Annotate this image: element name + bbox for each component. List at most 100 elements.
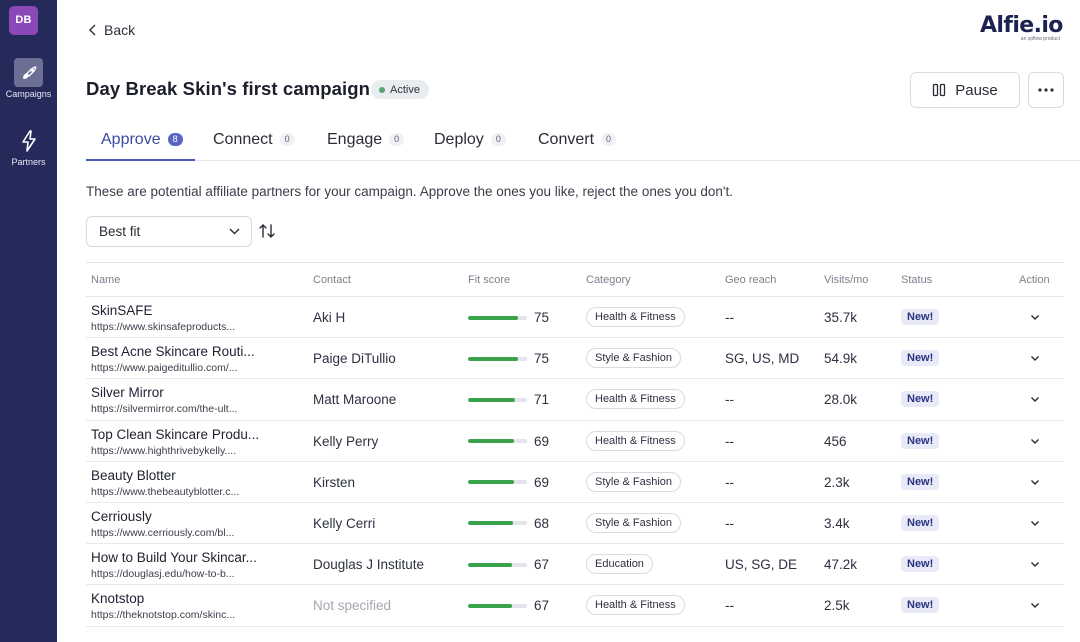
fit-score-bar-fill (468, 439, 514, 444)
column-header-contact: Contact (313, 274, 351, 286)
partner-name-cell: Cerriously https://www.cerriously.com/bl… (91, 509, 261, 540)
partner-name: How to Build Your Skincar... (91, 550, 257, 566)
category-tag: Style & Fashion (586, 512, 682, 533)
fit-score-bar (468, 562, 527, 567)
tab-count: 0 (490, 133, 506, 146)
tab-connect[interactable]: Connect 0 (213, 118, 295, 161)
partner-name-cell: Silver Mirror https://silvermirror.com/t… (91, 385, 261, 416)
partner-name: Top Clean Skincare Produ... (91, 426, 260, 442)
table-row[interactable]: Beauty Blotter https://www.thebeautyblot… (86, 462, 1064, 503)
table-row[interactable]: Top Clean Skincare Produ... https://www.… (86, 421, 1064, 462)
geo-reach: -- (725, 598, 734, 614)
partner-name: Knotstop (91, 591, 145, 607)
sort-select[interactable]: Best fit (86, 216, 252, 247)
tab-count: 0 (601, 133, 617, 146)
visits-per-month: 3.4k (824, 515, 850, 531)
tab-convert[interactable]: Convert 0 (538, 118, 617, 161)
tab-bar: Approve 8 Connect 0 Engage 0 Deploy 0 Co… (86, 118, 1080, 161)
fit-score-bar-fill (468, 480, 514, 485)
chevron-down-icon (229, 228, 240, 235)
status-badge: New! (901, 556, 940, 573)
fit-score-bar (468, 356, 527, 361)
partner-url[interactable]: https://www.cerriously.com/bl... (91, 526, 261, 540)
fit-score: 75 (468, 351, 550, 366)
pause-icon (933, 83, 946, 97)
pause-button[interactable]: Pause (910, 72, 1020, 108)
partner-url[interactable]: https://www.skinsafeproducts... (91, 320, 261, 334)
intro-text: These are potential affiliate partners f… (86, 184, 733, 199)
partner-contact: Douglas J Institute (313, 557, 425, 573)
fit-score: 68 (468, 516, 550, 531)
partner-name-cell: How to Build Your Skincar... https://dou… (91, 550, 261, 581)
more-options-button[interactable] (1028, 72, 1064, 108)
partner-url[interactable]: https://www.highthrivebykelly.... (91, 444, 261, 458)
sort-direction-icon[interactable] (258, 222, 276, 240)
fit-score: 71 (468, 392, 550, 407)
partner-name: Silver Mirror (91, 385, 164, 401)
fit-score: 75 (468, 310, 550, 325)
avatar[interactable]: DB (9, 6, 38, 35)
tab-label: Engage (327, 130, 383, 148)
status-badge: New! (901, 473, 940, 490)
fit-score: 69 (468, 434, 550, 449)
active-tab-indicator (86, 159, 195, 161)
expand-row-chevron-down-icon[interactable] (1029, 558, 1041, 570)
table-row[interactable]: Cerriously https://www.cerriously.com/bl… (86, 503, 1064, 545)
fit-score-value: 75 (534, 351, 550, 367)
geo-reach: -- (725, 392, 734, 408)
sort-select-value: Best fit (99, 224, 141, 239)
category-tag: Style & Fashion (586, 471, 682, 492)
table-row[interactable]: SkinSAFE https://www.skinsafeproducts...… (86, 297, 1064, 339)
status-badge: New! (901, 432, 940, 449)
expand-row-chevron-down-icon[interactable] (1029, 476, 1041, 488)
back-link[interactable]: Back (88, 22, 135, 38)
expand-row-chevron-down-icon[interactable] (1029, 311, 1041, 323)
fit-score-bar-fill (468, 521, 513, 526)
expand-row-chevron-down-icon[interactable] (1029, 435, 1041, 447)
column-header-status: Status (901, 274, 933, 286)
sidebar-item-partners[interactable]: Partners (0, 126, 57, 167)
partner-name-cell: Beauty Blotter https://www.thebeautyblot… (91, 468, 261, 499)
partner-name: Best Acne Skincare Routi... (91, 344, 255, 360)
table-row[interactable]: Knotstop https://theknotstop.com/skinc..… (86, 585, 1064, 627)
fit-score-bar-fill (468, 315, 518, 320)
status-badge: New! (901, 597, 940, 614)
column-header-fit-score: Fit score (468, 274, 511, 286)
tab-approve[interactable]: Approve 8 (101, 118, 183, 161)
category-tag: Health & Fitness (586, 307, 685, 327)
geo-reach: -- (725, 310, 734, 325)
chevron-left-icon (89, 24, 96, 36)
partner-name: Cerriously (91, 508, 152, 524)
sidebar-item-label: Partners (11, 157, 46, 167)
column-header-action: Action (1019, 274, 1050, 286)
tab-engage[interactable]: Engage 0 (327, 118, 405, 161)
expand-row-chevron-down-icon[interactable] (1029, 599, 1041, 611)
partner-url[interactable]: https://www.thebeautyblotter.c... (91, 485, 261, 499)
expand-row-chevron-down-icon[interactable] (1029, 393, 1041, 405)
table-row[interactable]: How to Build Your Skincar... https://dou… (86, 544, 1064, 586)
partner-url[interactable]: https://www.paigeditullio.com/... (91, 361, 261, 375)
expand-row-chevron-down-icon[interactable] (1029, 517, 1041, 529)
back-label: Back (104, 22, 136, 38)
partner-url[interactable]: https://douglasj.edu/how-to-b... (91, 567, 261, 581)
status-badge: New! (901, 514, 940, 531)
geo-reach: -- (725, 474, 734, 490)
sidebar-item-campaigns[interactable]: Campaigns (0, 58, 57, 99)
visits-per-month: 47.2k (824, 557, 858, 573)
table-row[interactable]: Silver Mirror https://silvermirror.com/t… (86, 379, 1064, 421)
fit-score-bar (468, 603, 527, 608)
table-row[interactable]: Best Acne Skincare Routi... https://www.… (86, 338, 1064, 380)
status-badge: New! (901, 309, 940, 325)
partner-url[interactable]: https://theknotstop.com/skinc... (91, 608, 261, 622)
tab-label: Deploy (434, 130, 484, 148)
fit-score-bar (468, 439, 527, 444)
column-header-geo-reach: Geo reach (725, 274, 777, 286)
geo-reach: US, SG, DE (725, 557, 798, 573)
partner-url[interactable]: https://silvermirror.com/the-ult... (91, 402, 261, 416)
tab-deploy[interactable]: Deploy 0 (434, 118, 506, 161)
visits-per-month: 2.3k (824, 474, 850, 490)
partner-name-cell: Top Clean Skincare Produ... https://www.… (91, 427, 261, 458)
tab-count: 0 (389, 133, 405, 146)
expand-row-chevron-down-icon[interactable] (1029, 352, 1041, 364)
category-tag: Education (586, 554, 653, 575)
